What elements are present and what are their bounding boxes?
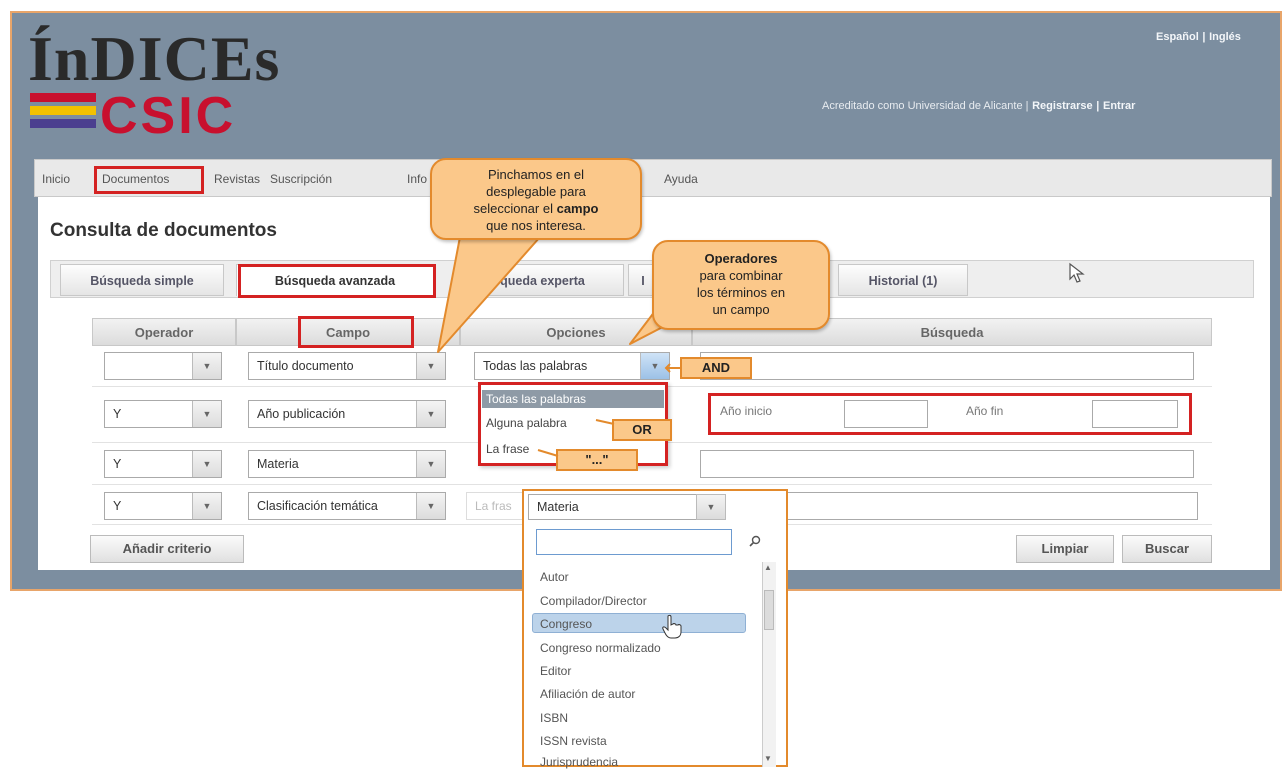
- field-value: Año publicación: [257, 407, 346, 421]
- lang-en-link[interactable]: Inglés: [1209, 31, 1241, 43]
- mouse-cursor-icon: [1069, 262, 1085, 283]
- callout-bold: campo: [556, 201, 599, 216]
- callout-line: para combinar: [699, 268, 783, 283]
- scroll-up-icon[interactable]: ▲: [764, 563, 772, 572]
- field-select[interactable]: Título documento ▼: [248, 352, 446, 380]
- callout-field-tip: Pinchamos en el desplegable para selecci…: [430, 158, 642, 240]
- logo-flag-purple: [30, 119, 96, 128]
- callout-line: un campo: [712, 302, 770, 317]
- lang-separator: |: [1202, 31, 1206, 43]
- chevron-down-icon[interactable]: ▼: [696, 494, 726, 520]
- nav-info[interactable]: Info: [407, 172, 427, 186]
- callout-line: que nos interesa.: [486, 218, 586, 233]
- search-icon[interactable]: [748, 535, 762, 549]
- scrollbar-thumb[interactable]: [764, 590, 774, 630]
- option-select-disabled[interactable]: La fras: [466, 492, 530, 520]
- operator-value: Y: [113, 457, 122, 471]
- operator-select[interactable]: Y ▼: [104, 450, 222, 478]
- field-value: Materia: [257, 457, 299, 471]
- callout-line: desplegable para: [486, 184, 586, 199]
- language-switch: Español | Inglés: [1156, 28, 1241, 43]
- operator-select[interactable]: Y ▼: [104, 492, 222, 520]
- search-button[interactable]: Buscar: [1122, 535, 1212, 563]
- tab-historial[interactable]: Historial (1): [838, 264, 968, 296]
- register-link[interactable]: Registrarse: [1032, 100, 1093, 112]
- callout-pointer-field: [437, 236, 541, 353]
- callout-operators-tip: Operadores para combinar los términos en…: [652, 240, 830, 330]
- search-input[interactable]: Tod: [748, 492, 1198, 520]
- logo-flag-yellow: [30, 106, 96, 115]
- login-link[interactable]: Entrar: [1103, 100, 1135, 112]
- list-item[interactable]: Congreso normalizado: [540, 641, 661, 655]
- field-select[interactable]: Materia ▼: [248, 450, 446, 478]
- user-bar-separator: |: [1096, 100, 1100, 112]
- and-tag: AND: [680, 357, 752, 379]
- field-dropdown-value: Materia: [537, 500, 579, 514]
- field-search-input[interactable]: [536, 529, 732, 555]
- list-item[interactable]: ISBN: [540, 711, 568, 725]
- nav-inicio[interactable]: Inicio: [42, 172, 70, 186]
- list-item[interactable]: Editor: [540, 664, 571, 678]
- chevron-down-icon[interactable]: ▼: [416, 451, 445, 477]
- list-item[interactable]: Afiliación de autor: [540, 687, 635, 701]
- nav-suscripcion[interactable]: Suscripción: [270, 172, 332, 186]
- callout-line: Pinchamos en el: [487, 167, 585, 182]
- callout-title: Operadores: [704, 251, 778, 266]
- list-item[interactable]: Compilador/Director: [540, 594, 647, 608]
- arrow-left-icon: [595, 419, 615, 425]
- logo-indices[interactable]: ÍnDICEs: [28, 22, 280, 96]
- arrow-left-icon: [664, 363, 681, 373]
- col-operador: Operador: [92, 318, 236, 346]
- list-item[interactable]: ISSN revista: [540, 734, 607, 748]
- operator-select[interactable]: Y ▼: [104, 400, 222, 428]
- chevron-down-icon[interactable]: ▼: [416, 401, 445, 427]
- add-criterion-button[interactable]: Añadir criterio: [90, 535, 244, 563]
- callout-line: seleccionar el campo: [473, 201, 599, 216]
- chevron-down-icon[interactable]: ▼: [192, 401, 221, 427]
- tab-busqueda-simple[interactable]: Búsqueda simple: [60, 264, 224, 296]
- user-bar: Acreditado como Universidad de Alicante …: [822, 97, 1135, 112]
- or-tag: OR: [612, 419, 672, 441]
- nav-revistas[interactable]: Revistas: [214, 172, 260, 186]
- chevron-down-icon[interactable]: ▼: [192, 353, 221, 379]
- highlight-documentos: [94, 166, 204, 194]
- field-value: Título documento: [257, 359, 354, 373]
- highlight-year-range: [708, 393, 1192, 435]
- scroll-down-icon[interactable]: ▼: [764, 754, 772, 763]
- accredited-text: Acreditado como Universidad de Alicante …: [822, 100, 1029, 112]
- chevron-down-icon[interactable]: ▼: [192, 451, 221, 477]
- operator-value: Y: [113, 499, 122, 513]
- chevron-down-icon[interactable]: ▼: [192, 493, 221, 519]
- clear-button[interactable]: Limpiar: [1016, 535, 1114, 563]
- operator-value: Y: [113, 407, 122, 421]
- phrase-tag: "...": [556, 449, 638, 471]
- hand-cursor-icon: [662, 614, 682, 639]
- operator-select[interactable]: ▼: [104, 352, 222, 380]
- logo-csic[interactable]: CSIC: [100, 86, 236, 146]
- field-select[interactable]: Clasificación temática ▼: [248, 492, 446, 520]
- arrow-left-icon: [537, 449, 559, 457]
- logo-flag-red: [30, 93, 96, 102]
- nav-ayuda[interactable]: Ayuda: [664, 172, 698, 186]
- lang-es-link[interactable]: Español: [1156, 31, 1199, 43]
- search-input[interactable]: [700, 450, 1194, 478]
- page-title: Consulta de documentos: [50, 220, 277, 241]
- field-value: Clasificación temática: [257, 499, 378, 513]
- highlight-busqueda-avanzada: [238, 264, 436, 298]
- search-input[interactable]: [700, 352, 1194, 380]
- list-item[interactable]: Congreso: [540, 617, 592, 631]
- callout-line: los términos en: [696, 285, 786, 300]
- highlight-campo: [298, 316, 414, 348]
- list-item[interactable]: Autor: [540, 570, 569, 584]
- chevron-down-icon[interactable]: ▼: [416, 493, 445, 519]
- field-select[interactable]: Año publicación ▼: [248, 400, 446, 428]
